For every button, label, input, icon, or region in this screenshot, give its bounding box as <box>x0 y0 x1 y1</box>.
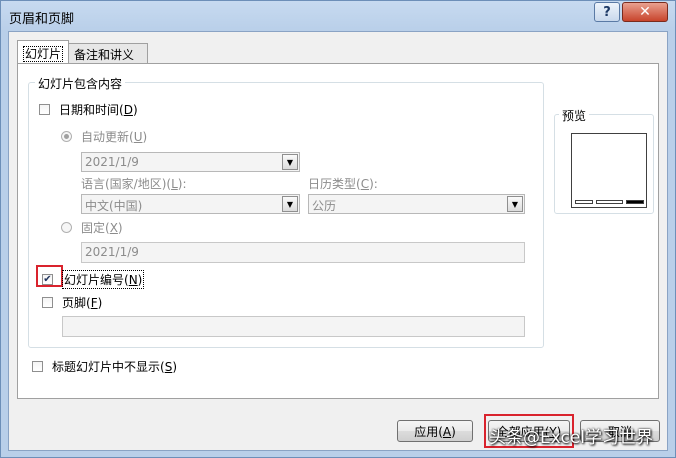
footer-checkbox[interactable] <box>42 297 53 308</box>
title-slide-label: 标题幻灯片中不显示(S) <box>52 360 177 374</box>
preview-thumbnail <box>571 133 647 208</box>
title-slide-checkbox[interactable] <box>32 361 43 372</box>
footer-label: 页脚(F) <box>62 296 103 310</box>
datetime-checkbox[interactable] <box>39 104 50 115</box>
preview-group: 预览 <box>554 107 654 214</box>
calendar-label: 日历类型(C): <box>308 177 378 191</box>
tab-panel: 幻灯片包含内容 日期和时间(D) 自动更新(U) 2021/1/9 ▼ 语言(国… <box>17 63 659 399</box>
fixed-date-value: 2021/1/9 <box>85 245 139 259</box>
slide-content-group: 幻灯片包含内容 <box>28 75 544 348</box>
date-format-select[interactable]: 2021/1/9 ▼ <box>81 152 300 172</box>
dialog-client: 幻灯片 备注和讲义 幻灯片包含内容 日期和时间(D) 自动更新(U) 2021/… <box>8 31 668 451</box>
auto-update-radio-row[interactable]: 自动更新(U) <box>61 128 147 145</box>
preview-footer-placeholder <box>596 200 623 204</box>
apply-label: 应用(A) <box>414 424 456 439</box>
language-label: 语言(国家/地区)(L): <box>81 177 187 191</box>
watermark-text: 头条@Excel学习世界 <box>489 428 654 448</box>
fixed-label: 固定(X) <box>81 221 123 235</box>
language-select[interactable]: 中文(中国) ▼ <box>81 194 300 214</box>
chevron-down-icon[interactable]: ▼ <box>282 196 298 212</box>
preview-date-placeholder <box>575 200 593 204</box>
group-legend: 幻灯片包含内容 <box>35 75 126 92</box>
footer-checkbox-row[interactable]: 页脚(F) <box>42 294 102 311</box>
title-slide-checkbox-row[interactable]: 标题幻灯片中不显示(S) <box>32 358 177 375</box>
tab-notes-handouts[interactable]: 备注和讲义 <box>68 43 148 63</box>
tab-slide[interactable]: 幻灯片 <box>17 40 69 64</box>
slide-number-checkbox[interactable]: ✔ <box>42 274 53 285</box>
help-button[interactable]: ? <box>594 2 620 22</box>
date-format-value: 2021/1/9 <box>85 155 139 169</box>
fixed-radio-row[interactable]: 固定(X) <box>61 219 123 236</box>
footer-input[interactable] <box>62 316 525 337</box>
slide-number-label: 幻灯片编号(N) <box>62 270 145 289</box>
title-bar[interactable]: 页眉和页脚 ? ✕ <box>1 1 675 31</box>
help-icon: ? <box>603 4 611 20</box>
tab-slide-label: 幻灯片 <box>23 46 64 62</box>
chevron-down-icon[interactable]: ▼ <box>282 154 298 170</box>
calendar-select[interactable]: 公历 ▼ <box>308 194 525 214</box>
check-icon: ✔ <box>43 274 52 285</box>
slide-number-checkbox-row[interactable]: ✔ 幻灯片编号(N) <box>42 270 145 289</box>
apply-button[interactable]: 应用(A) <box>397 420 473 442</box>
preview-number-placeholder <box>626 200 644 204</box>
datetime-checkbox-row[interactable]: 日期和时间(D) <box>39 101 138 118</box>
auto-update-radio[interactable] <box>61 131 72 142</box>
calendar-value: 公历 <box>312 199 337 213</box>
chevron-down-icon[interactable]: ▼ <box>507 196 523 212</box>
tab-notes-label: 备注和讲义 <box>74 48 135 62</box>
close-icon: ✕ <box>639 4 651 20</box>
fixed-date-input[interactable]: 2021/1/9 <box>81 242 525 263</box>
datetime-label: 日期和时间(D) <box>59 103 138 117</box>
auto-update-label: 自动更新(U) <box>81 130 148 144</box>
dialog-title: 页眉和页脚 <box>9 12 75 27</box>
preview-legend: 预览 <box>559 107 590 124</box>
close-button[interactable]: ✕ <box>622 2 668 22</box>
dialog-window: 页眉和页脚 ? ✕ 幻灯片 备注和讲义 幻灯片包含内容 日期和时间(D) 自动更… <box>0 0 676 458</box>
fixed-radio[interactable] <box>61 222 72 233</box>
language-value: 中文(中国) <box>85 199 143 213</box>
